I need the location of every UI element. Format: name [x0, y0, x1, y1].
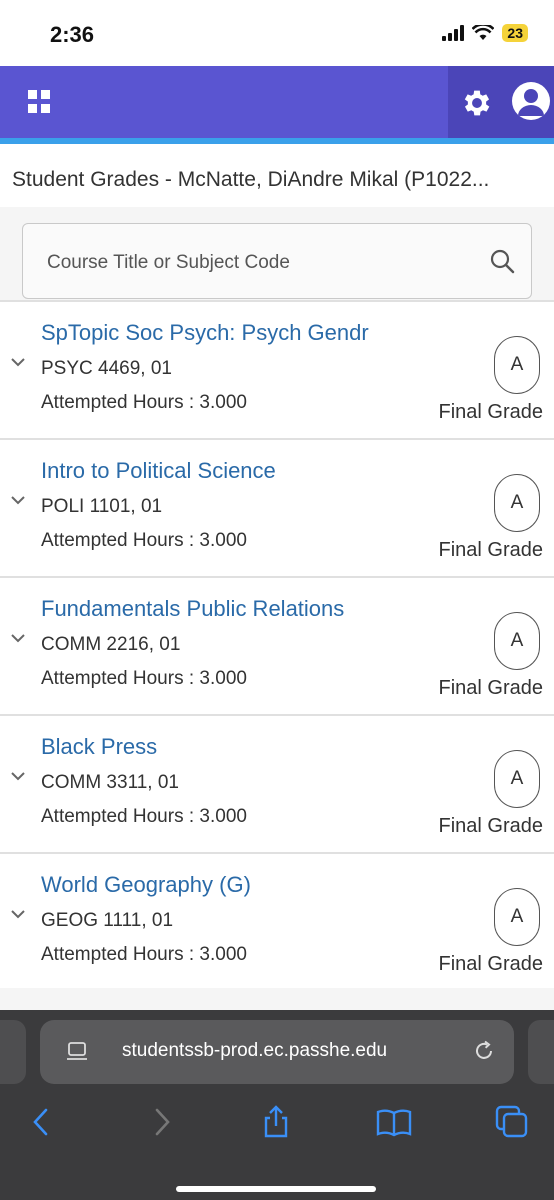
previous-tab-peek[interactable]: [0, 1020, 26, 1084]
course-code: COMM 3311, 01: [41, 772, 179, 793]
chevron-down-icon[interactable]: [10, 770, 26, 782]
grade-badge: A: [494, 888, 540, 946]
grade-label: Final Grade: [438, 539, 544, 561]
status-time: 2:36: [50, 22, 95, 47]
browser-address-area: studentssb-prod.ec.passhe.edu: [0, 1010, 554, 1090]
address-bar[interactable]: studentssb-prod.ec.passhe.edu: [40, 1020, 514, 1084]
chevron-down-icon[interactable]: [10, 632, 26, 644]
attempted-hours: Attempted Hours : 3.000: [41, 944, 247, 965]
search-area: Course Title or Subject Code: [0, 207, 554, 301]
signal-icon: [442, 25, 465, 41]
course-title[interactable]: Black Press: [41, 734, 157, 760]
grade-label: Final Grade: [438, 401, 544, 423]
course-code: COMM 2216, 01: [41, 634, 181, 655]
course-row[interactable]: Intro to Political Science POLI 1101, 01…: [0, 438, 554, 576]
reload-icon[interactable]: [472, 1039, 496, 1063]
course-title[interactable]: World Geography (G): [41, 872, 251, 898]
list-footer-space: [0, 988, 554, 1010]
url-text[interactable]: studentssb-prod.ec.passhe.edu: [122, 1040, 387, 1062]
course-code: PSYC 4469, 01: [41, 358, 172, 379]
attempted-hours: Attempted Hours : 3.000: [41, 668, 247, 689]
app-header: [0, 66, 554, 138]
gear-icon[interactable]: [460, 86, 494, 120]
attempted-hours: Attempted Hours : 3.000: [41, 530, 247, 551]
bookmarks-icon[interactable]: [376, 1104, 412, 1140]
course-code: POLI 1101, 01: [41, 496, 163, 517]
grade-badge: A: [494, 612, 540, 670]
battery-indicator: 23: [502, 24, 528, 42]
share-icon[interactable]: [258, 1104, 294, 1140]
attempted-hours: Attempted Hours : 3.000: [41, 392, 247, 413]
chevron-down-icon[interactable]: [10, 356, 26, 368]
forward-icon[interactable]: [144, 1104, 180, 1140]
grade-label: Final Grade: [438, 677, 544, 699]
user-icon[interactable]: [512, 82, 550, 120]
search-input[interactable]: Course Title or Subject Code: [22, 223, 532, 299]
home-indicator: [176, 1186, 376, 1192]
browser-toolbar: [0, 1090, 554, 1200]
course-row[interactable]: Fundamentals Public Relations COMM 2216,…: [0, 576, 554, 714]
course-row[interactable]: Black Press COMM 3311, 01 Attempted Hour…: [0, 714, 554, 852]
attempted-hours: Attempted Hours : 3.000: [41, 806, 247, 827]
header-actions: [448, 66, 554, 138]
page-menu-icon[interactable]: [66, 1042, 88, 1062]
tabs-icon[interactable]: [494, 1104, 530, 1140]
search-icon[interactable]: [489, 248, 515, 274]
course-code: GEOG 1111, 01: [41, 910, 174, 931]
chevron-down-icon[interactable]: [10, 908, 26, 920]
next-tab-peek[interactable]: [528, 1020, 554, 1084]
grade-label: Final Grade: [438, 815, 544, 837]
grade-badge: A: [494, 336, 540, 394]
course-title[interactable]: SpTopic Soc Psych: Psych Gendr: [41, 320, 369, 346]
page-title: Student Grades - McNatte, DiAndre Mikal …: [12, 168, 490, 191]
course-title[interactable]: Fundamentals Public Relations: [41, 596, 344, 622]
course-row[interactable]: SpTopic Soc Psych: Psych Gendr PSYC 4469…: [0, 300, 554, 438]
course-title[interactable]: Intro to Political Science: [41, 458, 276, 484]
course-list: SpTopic Soc Psych: Psych Gendr PSYC 4469…: [0, 300, 554, 990]
course-row[interactable]: World Geography (G) GEOG 1111, 01 Attemp…: [0, 852, 554, 990]
status-icons: 23: [442, 24, 528, 42]
grade-badge: A: [494, 750, 540, 808]
grade-badge: A: [494, 474, 540, 532]
search-placeholder: Course Title or Subject Code: [47, 252, 290, 273]
grade-label: Final Grade: [438, 953, 544, 975]
back-icon[interactable]: [24, 1104, 60, 1140]
chevron-down-icon[interactable]: [10, 494, 26, 506]
grid-icon[interactable]: [28, 90, 52, 114]
header-accent-stripe: [0, 138, 554, 144]
status-bar: 2:36 23: [0, 0, 554, 66]
wifi-icon: [472, 25, 495, 40]
